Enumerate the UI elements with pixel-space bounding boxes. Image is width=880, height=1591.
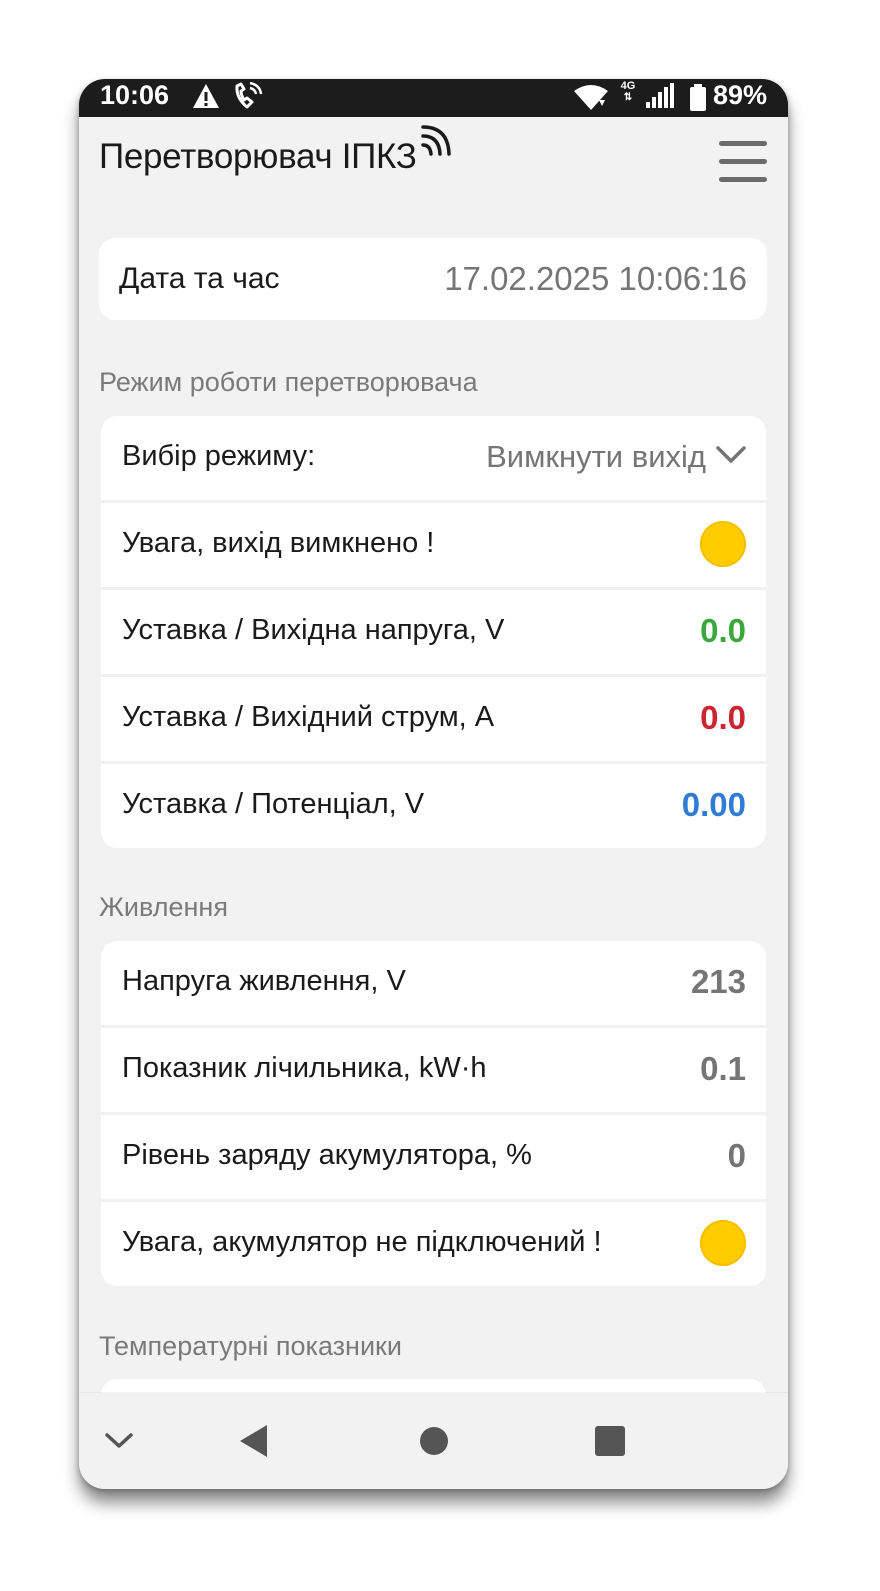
mode-select-value[interactable]: Вимкнути вихід [486,439,706,475]
supply-voltage-value: 213 [690,963,746,1000]
mode-card: Вибір режиму: Вимкнути вихід Увага, вихі… [101,416,766,848]
battery-level-value: 0 [727,1137,746,1174]
meter-value: 0.1 [700,1050,746,1087]
chevron-down-icon[interactable] [104,1432,134,1454]
warning-icon [192,83,220,116]
back-triangle-icon[interactable] [239,1424,269,1462]
hamburger-menu-icon[interactable] [719,141,767,187]
phone-screen: 10:06 4G ⇅ 89% Перетворювач ІПКЗ Дата та… [79,79,788,1489]
signal-icon [645,83,675,116]
output-off-warning-row: Увага, вихід вимкнено ! [101,503,766,590]
status-indicator-dot [700,1220,746,1266]
output-voltage-row[interactable]: Уставка / Вихідна напруга, V 0.0 [101,590,766,677]
datetime-card: Дата та час 17.02.2025 10:06:16 [99,238,767,320]
app-title: Перетворювач ІПКЗ [99,137,417,176]
datetime-label: Дата та час [119,262,280,295]
datetime-value: 17.02.2025 10:06:16 [444,260,747,297]
power-card: Напруга живлення, V 213 Показник лічильн… [101,941,766,1286]
supply-voltage-row: Напруга живлення, V 213 [101,941,766,1028]
battery-level-row: Рівень заряду акумулятора, % 0 [101,1115,766,1202]
status-time: 10:06 [100,80,170,110]
temperature-section-title: Температурні показники [99,1331,402,1361]
supply-voltage-label: Напруга живлення, V [122,965,406,997]
recents-square-icon[interactable] [595,1426,625,1460]
battery-warning-row: Увага, акумулятор не підключений ! [101,1202,766,1286]
output-off-warning-label: Увага, вихід вимкнено ! [122,527,435,559]
navigation-bar [79,1393,788,1489]
status-bar: 10:06 4G ⇅ 89% [79,79,788,117]
power-section-title: Живлення [99,892,228,922]
wifi-icon [573,84,609,117]
status-indicator-dot [700,521,746,567]
battery-level-label: Рівень заряду акумулятора, % [122,1139,532,1171]
battery-percent: 89% [713,80,768,110]
potential-row[interactable]: Уставка / Потенціал, V 0.00 [101,764,766,848]
meter-label: Показник лічильника, kW·h [122,1052,487,1084]
output-current-row[interactable]: Уставка / Вихідний струм, А 0.0 [101,677,766,764]
mode-select-label: Вибір режиму: [122,440,316,472]
output-voltage-value[interactable]: 0.0 [700,612,746,650]
chevron-down-icon[interactable] [716,446,746,469]
output-current-label: Уставка / Вихідний струм, А [122,701,495,733]
datetime-row: Дата та час 17.02.2025 10:06:16 [99,238,767,320]
battery-icon [689,84,707,119]
output-current-value[interactable]: 0.0 [700,699,746,737]
potential-value[interactable]: 0.00 [682,786,746,824]
home-circle-icon[interactable] [419,1426,449,1460]
potential-label: Уставка / Потенціал, V [122,788,425,820]
battery-warning-label: Увага, акумулятор не підключений ! [122,1226,602,1258]
network-type-indicator: 4G ⇅ [620,80,636,104]
mode-select-row[interactable]: Вибір режиму: Вимкнути вихід [101,416,766,503]
meter-row: Показник лічильника, kW·h 0.1 [101,1028,766,1115]
output-voltage-label: Уставка / Вихідна напруга, V [122,614,505,646]
nfc-icon [420,123,456,161]
wifi-call-icon [233,81,263,117]
mode-section-title: Режим роботи перетворювача [99,367,478,397]
